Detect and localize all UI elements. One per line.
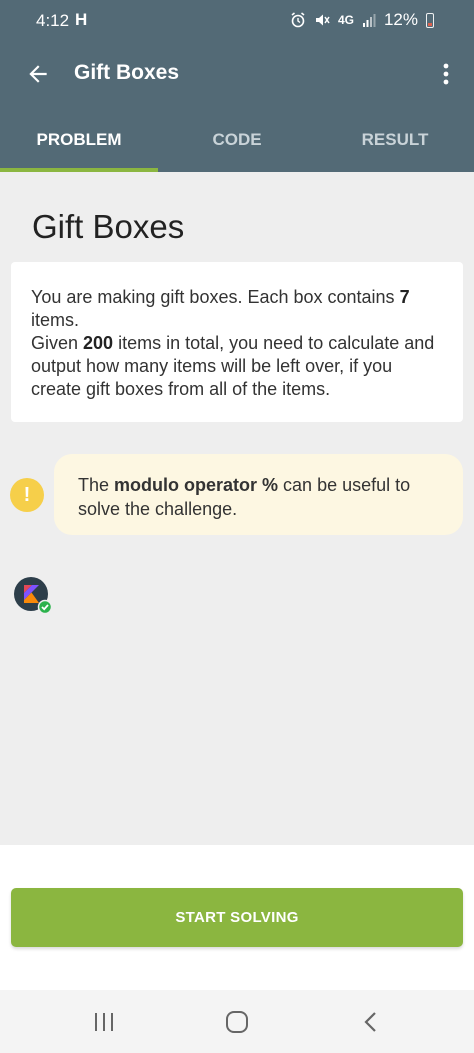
problem-description-card: You are making gift boxes. Each box cont… <box>11 262 463 422</box>
app-bar: Gift Boxes <box>0 38 474 108</box>
status-bar: 4:12 H 4G 12% <box>0 0 474 38</box>
problem-text: items. <box>31 310 80 330</box>
tab-problem[interactable]: PROBLEM <box>0 108 158 172</box>
back-button[interactable] <box>20 56 56 92</box>
status-time: 4:12 <box>36 11 70 30</box>
status-icons: 4G 12% <box>290 10 434 30</box>
hint-bubble: The modulo operator % can be useful to s… <box>54 454 463 535</box>
hint-keyword: modulo operator % <box>114 475 279 495</box>
signal-icon <box>362 14 376 27</box>
home-button[interactable] <box>217 1004 257 1040</box>
recents-icon <box>95 1013 113 1031</box>
items-per-box-value: 7 <box>399 287 410 307</box>
tab-code[interactable]: CODE <box>158 108 316 172</box>
app-title: Gift Boxes <box>74 61 180 84</box>
kotlin-icon <box>14 577 51 614</box>
chevron-left-icon <box>364 1012 376 1032</box>
home-icon <box>226 1011 248 1033</box>
more-options-button[interactable] <box>434 56 458 92</box>
total-items-value: 200 <box>83 333 114 353</box>
battery-percent: 12% <box>383 10 418 29</box>
arrow-left-icon <box>29 65 47 83</box>
more-vert-icon <box>443 63 449 85</box>
page-title: Gift Boxes <box>32 208 185 245</box>
mute-icon <box>315 14 330 26</box>
system-nav-bar <box>0 990 474 1053</box>
recents-button[interactable] <box>84 1004 124 1040</box>
back-nav-button[interactable] <box>350 1004 390 1040</box>
exclamation-icon: ! <box>10 478 44 512</box>
tab-result[interactable]: RESULT <box>316 108 474 172</box>
start-solving-button[interactable]: START SOLVING <box>11 888 463 947</box>
network-type: 4G <box>337 13 354 27</box>
hint-text: The <box>78 475 115 495</box>
problem-description: You are making gift boxes. Each box cont… <box>31 286 443 401</box>
alarm-icon <box>291 12 305 28</box>
tab-bar: PROBLEM CODE RESULT <box>0 108 474 172</box>
problem-text: You are making gift boxes. Each box cont… <box>31 287 400 307</box>
battery-icon <box>426 12 434 28</box>
problem-text: Given <box>31 333 84 353</box>
carrier-icon: H <box>75 10 88 29</box>
